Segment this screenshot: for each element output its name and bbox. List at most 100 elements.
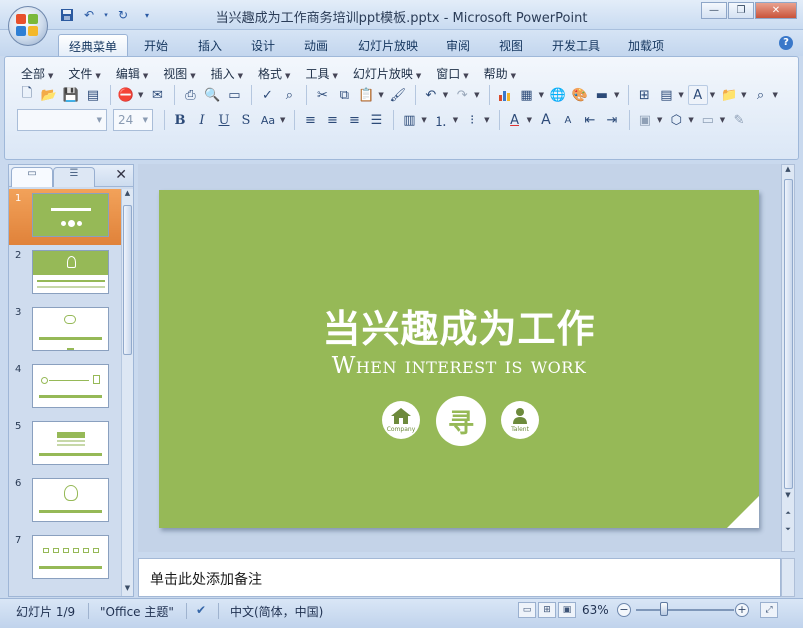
tab-slideshow[interactable]: 幻灯片放映 bbox=[348, 34, 428, 56]
zoom-in-icon[interactable]: + bbox=[735, 603, 749, 617]
chevron-down-icon[interactable]: ▼ bbox=[539, 91, 544, 99]
bold-icon[interactable]: B bbox=[170, 110, 190, 130]
tab-outline[interactable]: ☰ bbox=[53, 167, 95, 187]
minimize-button[interactable]: — bbox=[701, 2, 727, 19]
shape-fill-icon[interactable]: ▭ bbox=[698, 110, 718, 130]
scroll-down-icon[interactable]: ▼ bbox=[122, 584, 133, 596]
chevron-down-icon[interactable]: ▼ bbox=[527, 116, 532, 124]
tab-review[interactable]: 审阅 bbox=[436, 34, 480, 56]
tab-classic-menu[interactable]: 经典菜单 bbox=[58, 34, 129, 56]
thumbnail-slide-6[interactable]: 6 bbox=[9, 474, 121, 530]
slide-color-icon[interactable]: ▬ bbox=[592, 85, 612, 105]
normal-view-button[interactable]: ▭ bbox=[518, 602, 536, 618]
chevron-down-icon[interactable]: ▼ bbox=[138, 91, 143, 99]
thumbnail-slide-5[interactable]: 5 bbox=[9, 417, 121, 473]
scroll-up-icon[interactable]: ▲ bbox=[122, 189, 133, 201]
thumbnail-slide-7[interactable]: 7 bbox=[9, 531, 121, 587]
tab-home[interactable]: 开始 bbox=[134, 34, 178, 56]
redo-icon[interactable]: ↷ bbox=[452, 85, 472, 105]
underline-icon[interactable]: U bbox=[214, 110, 234, 130]
notes-pane[interactable]: 单击此处添加备注 bbox=[138, 558, 781, 597]
close-icon[interactable]: ✕ bbox=[115, 167, 127, 183]
chevron-down-icon[interactable]: ▼ bbox=[443, 91, 448, 99]
columns-icon[interactable]: ▥ bbox=[399, 110, 419, 130]
thumbnail-slide-4[interactable]: 4 bbox=[9, 360, 121, 416]
zoom-slider-track[interactable] bbox=[636, 609, 734, 611]
tab-animation[interactable]: 动画 bbox=[294, 34, 338, 56]
next-slide-icon[interactable]: ⏷ bbox=[782, 525, 794, 537]
thumbnail-slide-2[interactable]: 2 bbox=[9, 246, 121, 302]
align-left-icon[interactable]: ≡ bbox=[300, 110, 320, 130]
scroll-up-icon[interactable]: ▲ bbox=[782, 165, 794, 177]
slide-sorter-view-button[interactable]: ⊞ bbox=[538, 602, 556, 618]
new-document-icon[interactable]: 🗋 bbox=[17, 85, 37, 105]
menu-edit[interactable]: 编辑 ▼ bbox=[110, 63, 157, 84]
zoom-slider-thumb[interactable] bbox=[660, 602, 668, 616]
print-icon[interactable]: ⎙ bbox=[180, 85, 200, 105]
close-button[interactable]: ✕ bbox=[755, 2, 797, 19]
thumbnail-scrollbar[interactable]: ▲ ▼ bbox=[121, 189, 133, 596]
increase-indent-icon[interactable]: ⇥ bbox=[602, 110, 622, 130]
slide-title[interactable]: 当兴趣成为工作 bbox=[159, 298, 759, 353]
paste-icon[interactable]: 📋 bbox=[356, 85, 376, 105]
zoom-level[interactable]: 63% bbox=[582, 603, 609, 617]
justify-icon[interactable]: ☰ bbox=[366, 110, 386, 130]
spelling-icon[interactable]: ✓ bbox=[257, 85, 277, 105]
chevron-down-icon[interactable]: ▼ bbox=[453, 116, 458, 124]
new-slide-icon[interactable]: ⊞ bbox=[634, 85, 654, 105]
bullets-icon[interactable]: ⁝ bbox=[462, 110, 482, 130]
tab-slides[interactable]: ▭ bbox=[11, 167, 53, 187]
text-box-icon[interactable]: A bbox=[687, 85, 708, 105]
tab-insert[interactable]: 插入 bbox=[188, 34, 232, 56]
chevron-down-icon[interactable]: ▼ bbox=[678, 91, 683, 99]
insert-table-icon[interactable]: ▦ bbox=[517, 85, 537, 105]
save-pdf-icon[interactable]: ▤ bbox=[83, 85, 103, 105]
align-center-icon[interactable]: ≡ bbox=[322, 110, 342, 130]
grow-font-icon[interactable]: A bbox=[536, 110, 556, 130]
chevron-down-icon[interactable]: ▼ bbox=[773, 91, 778, 99]
theme-name[interactable]: "Office 主题" bbox=[100, 603, 174, 620]
numbering-icon[interactable]: ⒈ bbox=[431, 110, 451, 130]
notes-scrollbar[interactable] bbox=[781, 558, 795, 597]
italic-icon[interactable]: I bbox=[192, 110, 212, 130]
chevron-down-icon[interactable]: ▼ bbox=[720, 116, 725, 124]
maximize-button[interactable]: ❐ bbox=[728, 2, 754, 19]
zoom-out-icon[interactable]: − bbox=[617, 603, 631, 617]
menu-insert[interactable]: 插入 ▼ bbox=[205, 63, 252, 84]
tab-developer[interactable]: 开发工具 bbox=[542, 34, 610, 56]
shrink-font-icon[interactable]: A bbox=[558, 110, 578, 130]
scrollbar-thumb[interactable] bbox=[784, 179, 793, 489]
menu-view[interactable]: 视图 ▼ bbox=[157, 63, 204, 84]
language-indicator[interactable]: 中文(简体，中国) bbox=[230, 603, 323, 620]
menu-all[interactable]: 全部 ▼ bbox=[15, 63, 62, 84]
slideshow-view-button[interactable]: ▣ bbox=[558, 602, 576, 618]
open-folder-icon[interactable]: 📂 bbox=[39, 85, 59, 105]
print-preview-icon[interactable]: 🔍 bbox=[202, 85, 222, 105]
change-case-icon[interactable]: Aa bbox=[258, 110, 278, 130]
help-icon[interactable]: ? bbox=[779, 36, 793, 50]
tab-addins[interactable]: 加载项 bbox=[618, 34, 674, 56]
menu-tools[interactable]: 工具 ▼ bbox=[299, 63, 346, 84]
tab-design[interactable]: 设计 bbox=[241, 34, 285, 56]
chevron-down-icon[interactable]: ▼ bbox=[421, 116, 426, 124]
layout-icon[interactable]: ▤ bbox=[656, 85, 676, 105]
notes-placeholder[interactable]: 单击此处添加备注 bbox=[150, 569, 262, 589]
page-setup-icon[interactable]: ▭ bbox=[224, 85, 244, 105]
folder-icon[interactable]: 📁 bbox=[719, 85, 739, 105]
chevron-down-icon[interactable]: ▼ bbox=[474, 91, 479, 99]
tab-view[interactable]: 视图 bbox=[489, 34, 533, 56]
undo-icon[interactable]: ↶ bbox=[421, 85, 441, 105]
thumbnail-slide-1[interactable]: 1 bbox=[9, 189, 121, 245]
save-icon[interactable]: 💾 bbox=[61, 85, 81, 105]
slide-scrollbar[interactable]: ▲ ▼ ⏶ ⏷ bbox=[781, 164, 795, 552]
chevron-down-icon[interactable]: ▼ bbox=[378, 91, 383, 99]
font-color-icon[interactable]: A bbox=[505, 110, 525, 130]
font-name-combo[interactable]: ▼ bbox=[17, 109, 107, 131]
slide-subtitle[interactable]: When interest is work bbox=[159, 353, 759, 379]
menu-window[interactable]: 窗口 ▼ bbox=[430, 63, 477, 84]
hyperlink-icon[interactable]: 🌐 bbox=[548, 85, 568, 105]
arrange-icon[interactable]: ▣ bbox=[635, 110, 655, 130]
chevron-down-icon[interactable]: ▼ bbox=[657, 116, 662, 124]
shape-outline-icon[interactable]: ✎ bbox=[729, 110, 749, 130]
menu-format[interactable]: 格式 ▼ bbox=[252, 63, 299, 84]
